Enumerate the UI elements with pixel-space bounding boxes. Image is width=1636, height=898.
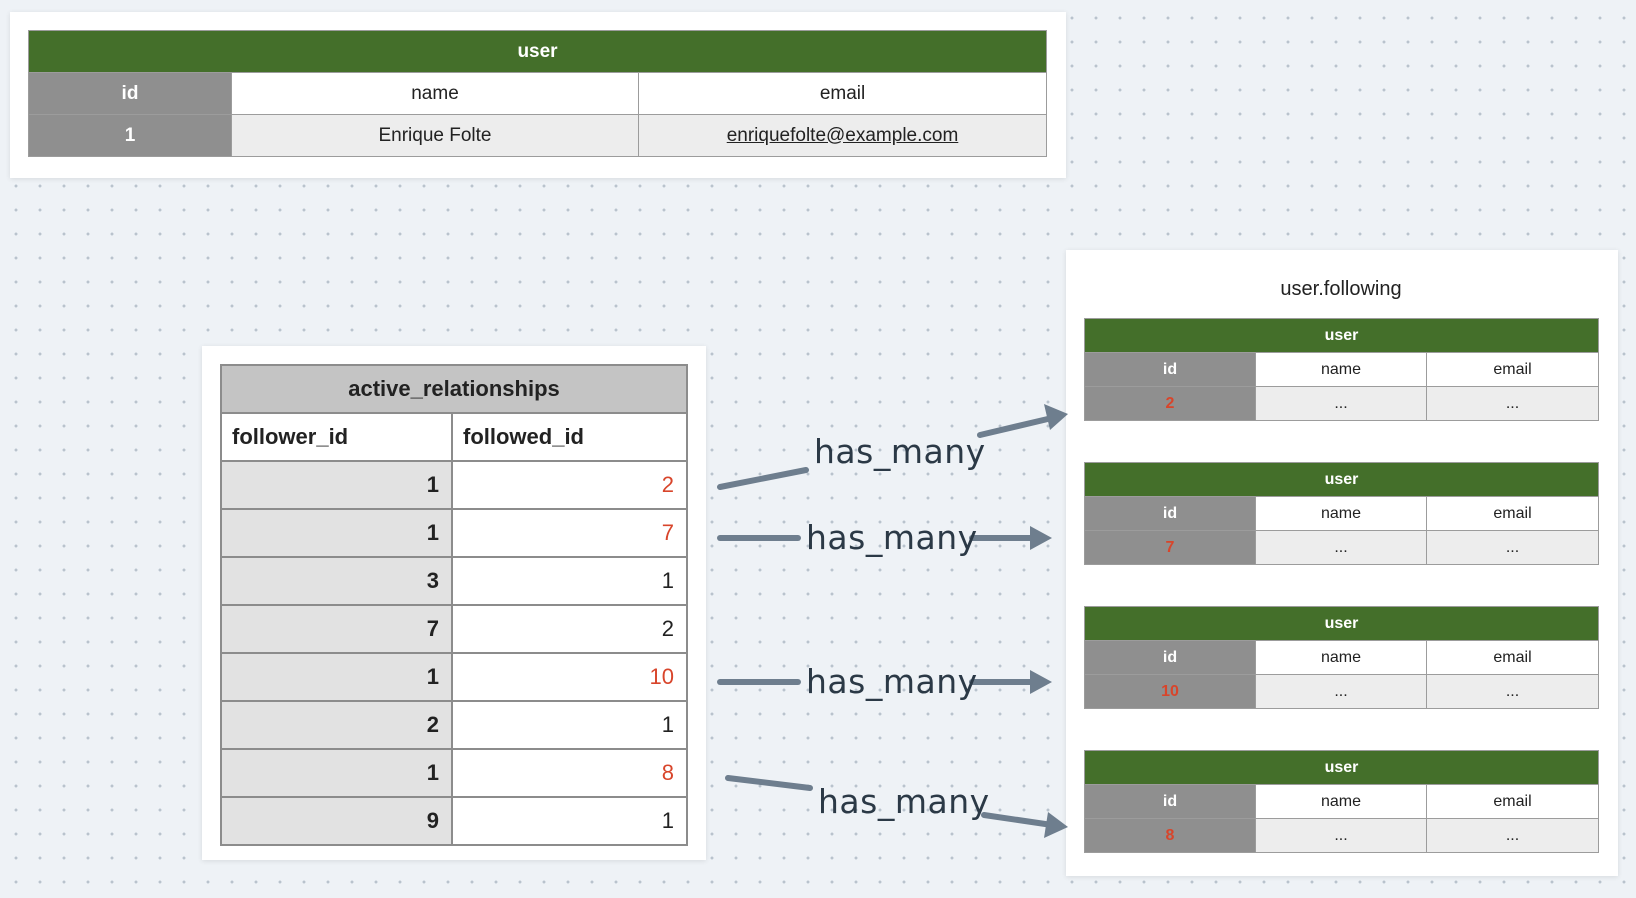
arrow-3-tip	[1030, 670, 1052, 694]
arrow-4-tail	[725, 775, 813, 791]
has-many-label-4: has_many	[818, 782, 990, 821]
has-many-label-3: has_many	[806, 662, 978, 701]
arrow-2-tip	[1030, 526, 1052, 550]
arrow-1-tip	[1044, 404, 1068, 430]
arrow-1-head	[977, 415, 1055, 438]
arrow-4-head	[981, 812, 1055, 828]
has-many-label-1: has_many	[814, 432, 986, 471]
arrow-4-tip	[1044, 812, 1068, 838]
has-many-label-2: has_many	[806, 518, 978, 557]
arrow-1-tail	[717, 467, 809, 490]
